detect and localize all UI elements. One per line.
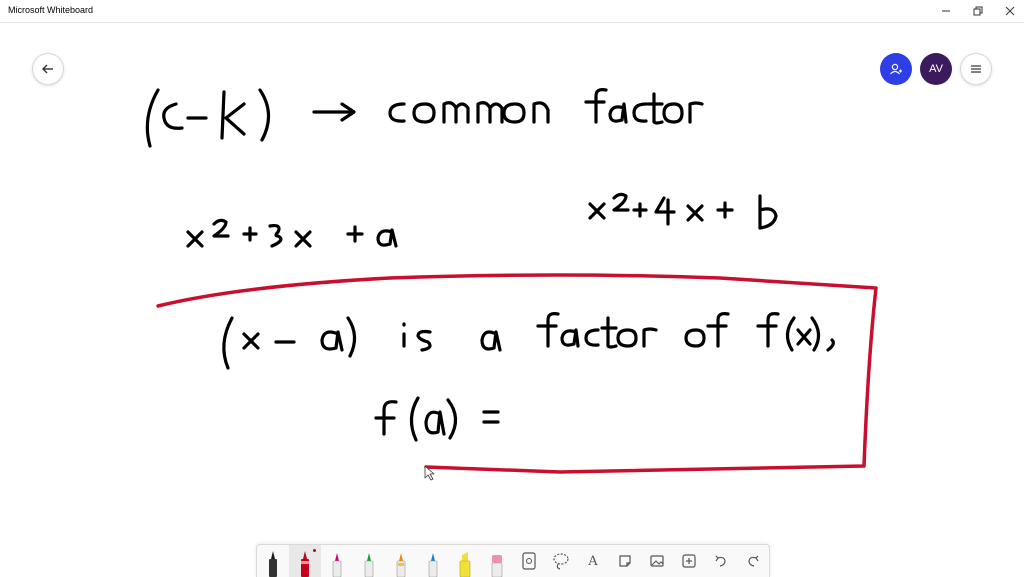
ink-layer (145, 88, 878, 481)
image-tool[interactable] (641, 545, 673, 577)
undo-button[interactable] (705, 545, 737, 577)
pen-icon (332, 553, 342, 577)
image-icon (650, 555, 664, 567)
galaxy-pen-tool[interactable] (417, 545, 449, 577)
undo-icon (715, 555, 726, 567)
rainbow-pen-tool[interactable] (385, 545, 417, 577)
eraser-tool[interactable] (481, 545, 513, 577)
green-pen-tool[interactable] (353, 545, 385, 577)
pen-icon (396, 553, 406, 577)
hamburger-icon (971, 65, 981, 73)
highlighter-icon (459, 552, 471, 577)
invite-button[interactable] (880, 53, 912, 85)
redo-button[interactable] (737, 545, 769, 577)
redo-icon (748, 555, 759, 567)
settings-menu-button[interactable] (960, 53, 992, 85)
highlighter-tool[interactable] (449, 545, 481, 577)
text-tool[interactable]: A (577, 545, 609, 577)
note-tool[interactable] (609, 545, 641, 577)
inking-toolbar: A (256, 544, 770, 577)
red-box-outline (156, 273, 878, 474)
pen-icon (269, 551, 277, 577)
ruler-tool[interactable] (513, 545, 545, 577)
avatar-initials: AV (929, 63, 943, 75)
ink-line-factor-theorem (222, 312, 835, 370)
insert-tool[interactable] (673, 545, 705, 577)
add-icon (682, 554, 696, 568)
ruler-icon (522, 552, 536, 570)
sticky-note-icon (619, 555, 631, 567)
ink-line-f-of-a (374, 396, 500, 442)
pen-icon (301, 551, 309, 577)
eraser-icon (491, 555, 503, 577)
pen-icon (364, 553, 374, 577)
magenta-pen-tool[interactable] (321, 545, 353, 577)
text-icon: A (588, 553, 598, 569)
ink-line-right-expression (588, 192, 778, 230)
red-pen-tool[interactable] (289, 545, 321, 577)
lasso-tool[interactable] (545, 545, 577, 577)
user-avatar[interactable]: AV (920, 53, 952, 85)
back-button[interactable] (32, 53, 64, 85)
pen-icon (428, 553, 438, 577)
ink-line-left-expression (186, 218, 398, 248)
selected-indicator (313, 549, 316, 552)
arrow-left-icon (42, 64, 53, 74)
ink-line-common-factor (145, 88, 704, 148)
add-person-icon (890, 63, 902, 75)
lasso-icon (553, 553, 569, 570)
black-pen-tool[interactable] (257, 545, 289, 577)
